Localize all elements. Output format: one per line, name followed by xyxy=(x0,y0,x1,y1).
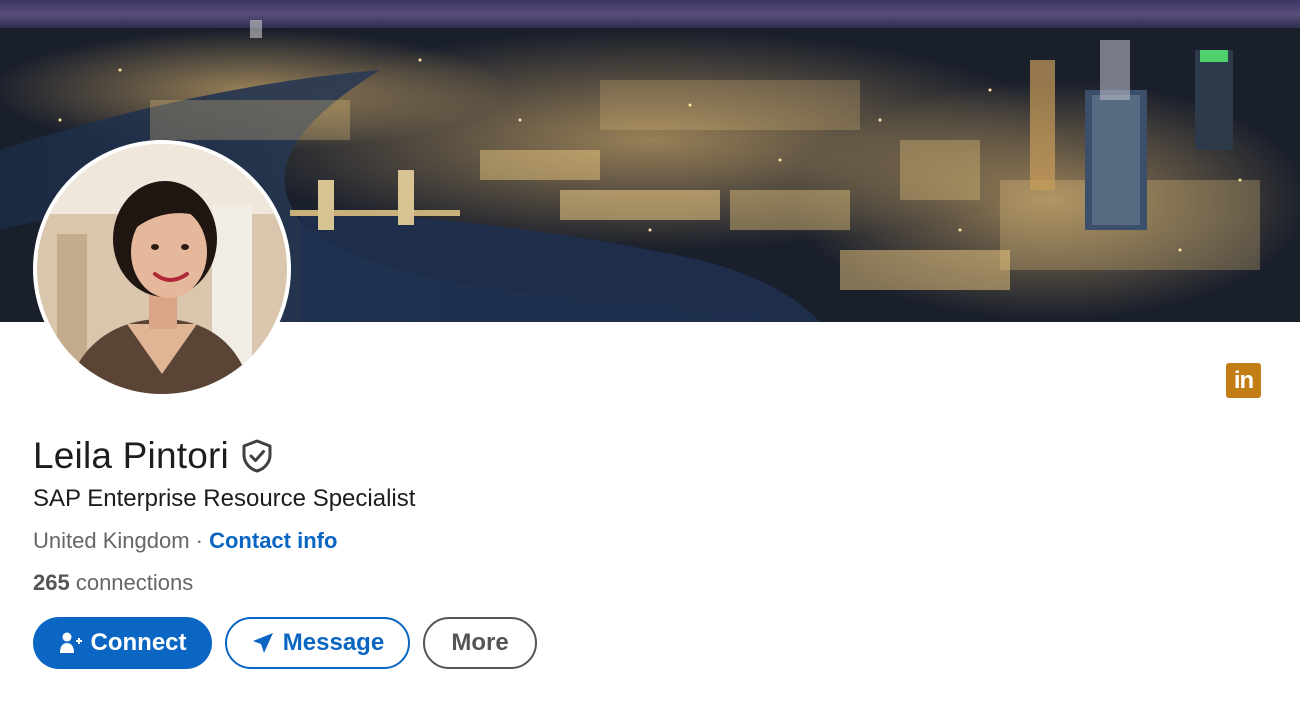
add-person-icon xyxy=(59,632,82,653)
profile-name: Leila Pintori xyxy=(33,435,229,476)
linkedin-logo-icon: in xyxy=(1226,363,1261,398)
connections-count[interactable]: 265 connections xyxy=(33,570,193,596)
connections-label: connections xyxy=(69,570,194,595)
location-row: United Kingdom · Contact info xyxy=(33,528,337,554)
profile-name-row: Leila Pintori xyxy=(33,435,273,477)
contact-info-link[interactable]: Contact info xyxy=(209,528,337,553)
more-label: More xyxy=(451,629,509,656)
more-button[interactable]: More xyxy=(423,617,537,669)
connections-number: 265 xyxy=(33,570,70,595)
message-button[interactable]: Message xyxy=(225,617,410,669)
profile-headline: SAP Enterprise Resource Specialist xyxy=(33,485,416,512)
connect-button[interactable]: Connect xyxy=(33,617,212,669)
verified-shield-icon[interactable] xyxy=(241,439,273,473)
connect-label: Connect xyxy=(90,629,187,656)
message-label: Message xyxy=(282,629,385,656)
separator-dot: · xyxy=(189,528,210,553)
profile-avatar[interactable] xyxy=(33,140,291,398)
location-text: United Kingdom xyxy=(33,528,190,553)
paper-plane-icon xyxy=(252,633,273,653)
